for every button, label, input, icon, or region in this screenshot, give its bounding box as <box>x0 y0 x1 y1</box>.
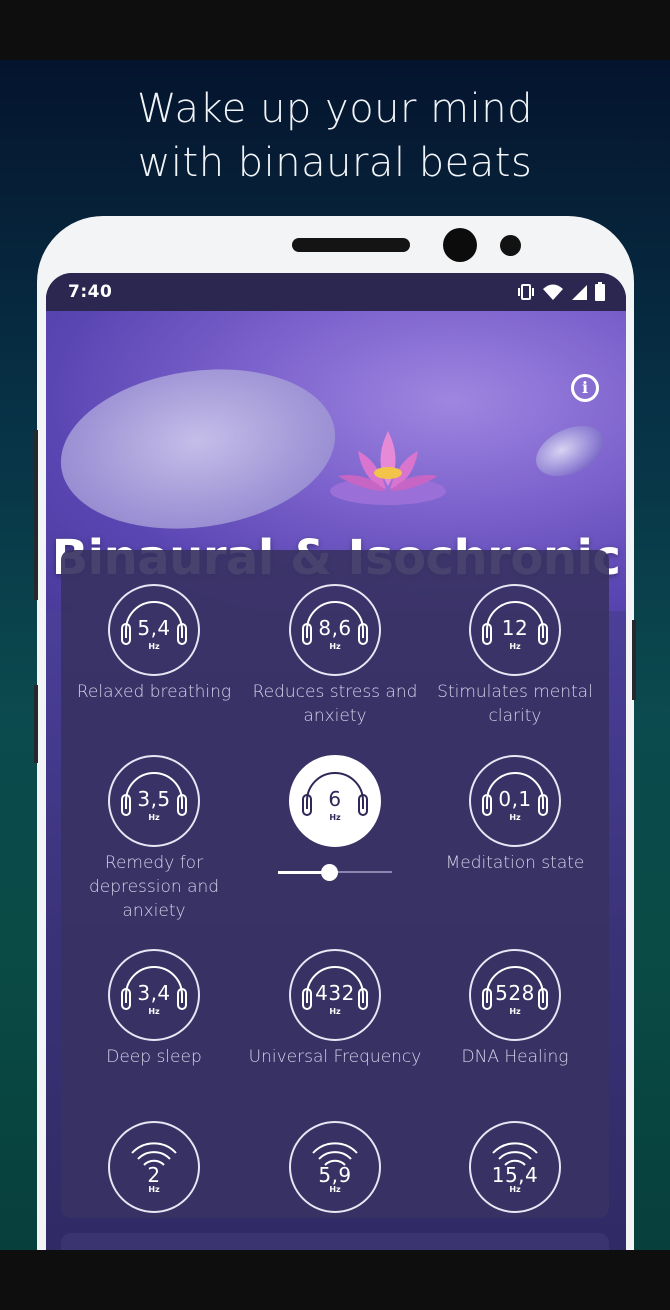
promo-headline-line1: Wake up your mind <box>137 86 533 132</box>
preset-item[interactable]: 3,4 Hz Deep sleep <box>64 949 244 1069</box>
phone-side-button-left <box>34 430 38 600</box>
preset-unit: Hz <box>509 642 521 651</box>
phone-side-button-right <box>632 620 636 700</box>
promo-headline-line2: with binaural beats <box>137 140 533 186</box>
preset-item[interactable]: 432 Hz Universal Frequency <box>245 949 425 1069</box>
info-icon[interactable]: i <box>571 374 599 402</box>
preset-frequency: 5,9 <box>318 1163 352 1187</box>
preset-frequency: 15,4 <box>491 1163 539 1187</box>
preset-frequency: 0,1 <box>498 787 532 811</box>
preset-button[interactable]: 5,9 Hz <box>289 1121 381 1213</box>
preset-label: Relaxed breathing <box>76 682 232 702</box>
preset-unit: Hz <box>329 642 341 651</box>
preset-item[interactable]: 8,6 Hz Reduces stress and anxiety <box>245 584 425 728</box>
preset-button[interactable]: 12 Hz <box>469 584 561 676</box>
preset-button[interactable]: 0,1 Hz <box>469 755 561 847</box>
preset-frequency: 5,4 <box>137 616 171 640</box>
phone-sensor <box>500 235 521 256</box>
status-bar: 7:40 <box>46 273 626 311</box>
preset-item[interactable]: 2 Hz <box>64 1121 244 1213</box>
preset-unit: Hz <box>509 813 521 822</box>
preset-frequency: 8,6 <box>318 616 352 640</box>
preset-frequency: 528 <box>495 981 535 1005</box>
preset-frequency: 432 <box>315 981 355 1005</box>
preset-button[interactable]: 2 Hz <box>108 1121 200 1213</box>
preset-label: Deep sleep <box>106 1047 202 1067</box>
preset-item[interactable]: 5,4 Hz Relaxed breathing <box>64 584 244 704</box>
preset-unit: Hz <box>329 1007 341 1016</box>
preset-label: Remedy for depression and anxiety <box>88 853 220 921</box>
preset-item[interactable]: 528 Hz DNA Healing <box>425 949 605 1069</box>
volume-slider[interactable] <box>278 863 392 883</box>
preset-button[interactable]: 432 Hz <box>289 949 381 1041</box>
slider-thumb[interactable] <box>321 864 339 881</box>
preset-label: Reduces stress and anxiety <box>252 682 418 726</box>
app-screen: 7:40 i 5,4 Hz Relaxed breathing 8,6 Hz R… <box>46 273 626 1273</box>
preset-unit: Hz <box>148 813 160 822</box>
preset-label: Stimulates mental clarity <box>437 682 593 726</box>
cellular-signal-icon <box>572 285 587 300</box>
preset-unit: Hz <box>509 1007 521 1016</box>
preset-item[interactable]: 12 Hz Stimulates mental clarity <box>425 584 605 728</box>
preset-item[interactable]: 6 Hz <box>245 755 425 847</box>
slider-track-empty <box>329 871 392 873</box>
preset-unit: Hz <box>148 642 160 651</box>
preset-frequency: 2 <box>147 1163 161 1187</box>
preset-frequency: 3,4 <box>137 981 171 1005</box>
preset-unit: Hz <box>148 1007 160 1016</box>
preset-button[interactable]: 528 Hz <box>469 949 561 1041</box>
battery-icon <box>595 282 605 301</box>
preset-item[interactable]: 15,4 Hz <box>425 1121 605 1213</box>
phone-side-button-left-2 <box>34 685 38 763</box>
preset-item[interactable]: 3,5 Hz Remedy for depression and anxiety <box>64 755 244 923</box>
preset-unit: Hz <box>148 1185 160 1194</box>
preset-button[interactable]: 5,4 Hz <box>108 584 200 676</box>
preset-button[interactable]: 8,6 Hz <box>289 584 381 676</box>
status-icons <box>516 282 606 302</box>
preset-unit: Hz <box>329 1185 341 1194</box>
wifi-icon <box>543 284 563 300</box>
preset-button[interactable]: 3,5 Hz <box>108 755 200 847</box>
phone-camera <box>443 228 477 262</box>
phone-speaker <box>292 238 410 252</box>
preset-label: Meditation state <box>445 853 585 873</box>
preset-item[interactable]: 0,1 Hz Meditation state <box>425 755 605 875</box>
preset-frequency: 6 <box>328 787 342 811</box>
preset-button[interactable]: 3,4 Hz <box>108 949 200 1041</box>
lily-pad-image <box>50 352 346 546</box>
preset-unit: Hz <box>509 1185 521 1194</box>
preset-frequency: 12 <box>501 616 529 640</box>
top-letterbox <box>0 0 670 60</box>
preset-unit: Hz <box>329 813 341 822</box>
promo-headline: Wake up your mind with binaural beats <box>0 82 670 190</box>
vibrate-icon <box>518 284 534 300</box>
preset-frequency: 3,5 <box>137 787 171 811</box>
status-time: 7:40 <box>68 282 113 302</box>
pebble-image <box>528 415 612 487</box>
preset-button[interactable]: 15,4 Hz <box>469 1121 561 1213</box>
bottom-letterbox <box>0 1250 670 1310</box>
preset-button[interactable]: 6 Hz <box>289 755 381 847</box>
preset-label: Universal Frequency <box>248 1047 422 1067</box>
preset-item[interactable]: 5,9 Hz <box>245 1121 425 1213</box>
lotus-flower-image <box>330 431 446 505</box>
preset-label: DNA Healing <box>461 1047 569 1067</box>
